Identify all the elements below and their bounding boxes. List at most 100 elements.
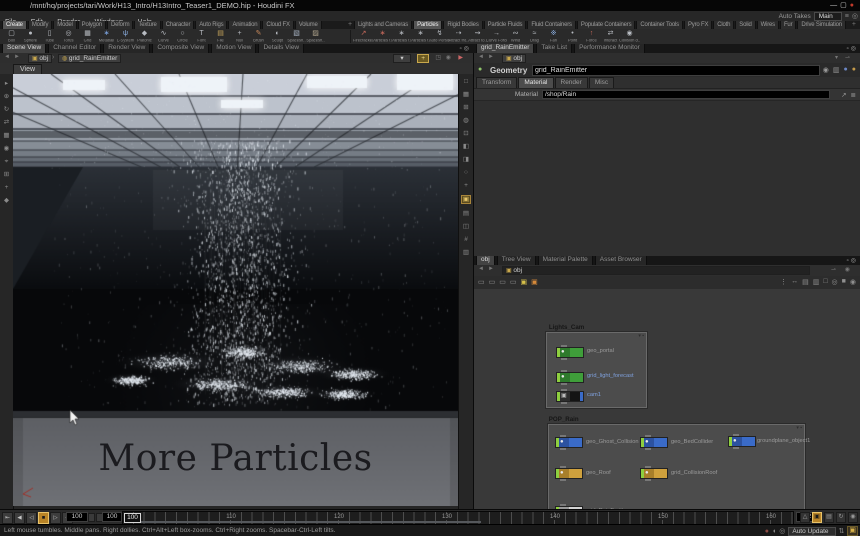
viewport-tool-icon[interactable]: ▸ <box>5 80 8 87</box>
frame-toggle[interactable] <box>88 513 95 522</box>
shelf-tool[interactable]: ※ Fan <box>544 29 563 44</box>
playbar-option-icon[interactable]: ▣ <box>812 512 822 523</box>
param-subtab[interactable]: Transform <box>476 77 517 88</box>
shelf-tool[interactable]: T Font <box>192 29 211 44</box>
path-obj-chip[interactable]: ▣ obj <box>28 54 52 63</box>
memory-trash-icon[interactable]: ▣ <box>847 526 858 536</box>
network-toolbar-icon[interactable]: ▭ <box>478 278 485 286</box>
shelf-tab[interactable]: Animation <box>228 21 261 29</box>
viewport-tool-icon[interactable]: ▤ <box>463 210 469 217</box>
auto-update-select[interactable]: Auto Update <box>788 527 835 536</box>
viewport-tool-icon[interactable]: ○ <box>464 169 468 176</box>
viewport-tool-icon[interactable]: + <box>5 184 9 191</box>
pane-tab[interactable]: Performance Monitor <box>574 44 645 53</box>
shelf-tool[interactable]: ▨ Spacesh.. <box>306 29 325 44</box>
viewport-tool-icon[interactable]: □ <box>464 78 468 85</box>
pane-tab[interactable]: Material Palette <box>538 256 593 265</box>
viewport-tool-icon[interactable]: ⇄ <box>4 119 9 126</box>
shelf-tab[interactable]: Particles <box>413 21 442 29</box>
shelf-tool[interactable]: ∗ Particles f.. <box>411 29 430 44</box>
shelf-tab[interactable]: Deform <box>107 21 133 29</box>
transport-button[interactable]: ◁ <box>26 512 37 524</box>
param-subtab[interactable]: Misc <box>589 77 614 88</box>
pane-tab[interactable]: Details View <box>258 44 304 53</box>
shelf-tab[interactable]: Particle Fluids <box>484 21 527 29</box>
shelf-tool[interactable]: ▯ Tube <box>40 29 59 44</box>
shelf-tab[interactable]: Volume <box>295 21 322 29</box>
param-header-icon[interactable]: ● <box>852 66 856 74</box>
current-frame-field[interactable]: 100 <box>66 512 88 522</box>
network-path-field[interactable]: ▣ obj <box>502 266 810 275</box>
param-header-icon[interactable]: ▥ <box>833 66 840 74</box>
transport-button[interactable]: ⇤ <box>2 512 13 524</box>
nav-forward-icon[interactable]: ► <box>488 266 494 272</box>
playbar-option-icon[interactable]: △ <box>800 512 810 523</box>
path-node-chip[interactable]: ◍ grid_RainEmitter <box>58 54 121 63</box>
network-box-pop-rain[interactable] <box>548 424 805 509</box>
viewport-tool-icon[interactable]: ◉ <box>4 145 10 152</box>
param-subtab[interactable]: Material <box>518 77 553 88</box>
viewport-tool-icon[interactable]: ◧ <box>463 143 469 150</box>
network-toolbar-icon[interactable]: ▭ <box>489 278 496 286</box>
pin-icon[interactable]: ⇀ <box>831 266 836 273</box>
pin-icon[interactable]: ⇀ <box>845 54 850 61</box>
nav-back-icon[interactable]: ◄ <box>4 54 10 60</box>
shelf-tool[interactable]: ◎ Torus <box>59 29 78 44</box>
viewport-tool-icon[interactable]: ◆ <box>4 197 9 204</box>
viewport-tool-icon[interactable]: ⊕ <box>4 93 9 100</box>
pane-tab[interactable]: Render View <box>103 44 150 53</box>
network-toolbar-icon[interactable]: ▣ <box>521 278 528 286</box>
viewport-tool-icon[interactable]: ◫ <box>463 223 469 230</box>
shelf-tab[interactable]: Fur <box>780 21 796 29</box>
flipbook-icon[interactable]: ▶ <box>458 54 463 61</box>
viewport-tool-icon[interactable]: ⊞ <box>4 171 9 178</box>
highlighted-toggle[interactable]: + <box>417 54 429 63</box>
netbox-title[interactable]: Lights_Cam <box>549 324 584 331</box>
shelf-tool[interactable]: ▤ File <box>211 29 230 44</box>
viewport-3d[interactable]: More Particles <box>13 74 458 506</box>
shelf-tab[interactable]: Container Tools <box>636 21 683 29</box>
network-toolbar-icon[interactable]: ▣ <box>531 278 538 286</box>
shelf-tab[interactable]: Fluid Containers <box>527 21 576 29</box>
shelf-tab[interactable]: Auto Rigs <box>195 21 227 29</box>
pane-corner-controls[interactable]: ▫◎ <box>847 45 858 52</box>
shelf-tool[interactable]: ● Sphere <box>21 29 40 44</box>
shelf-tool[interactable]: ↯ Auto Persis.. <box>430 29 449 44</box>
nav-forward-icon[interactable]: ► <box>488 54 494 60</box>
nav-forward-icon[interactable]: ► <box>14 54 20 60</box>
shelf-tab[interactable]: Modify <box>28 21 52 29</box>
shelf-tab[interactable]: Texture <box>134 21 160 29</box>
shelf-tab[interactable]: Create <box>2 21 27 29</box>
shelf-tab[interactable]: Lights and Cameras <box>354 21 412 29</box>
shelf-tool[interactable]: ▧ Spacesh.. <box>287 29 306 44</box>
shelf-tab[interactable]: Populate Containers <box>577 21 636 29</box>
shelf-tool[interactable]: ◆ Platonic <box>135 29 154 44</box>
shelf-tool[interactable]: ◐ Sculpt <box>268 29 287 44</box>
timeline-ruler[interactable]: 100 110120130140150160 <box>122 511 794 525</box>
node-groundplane[interactable] <box>728 436 756 447</box>
material-path-field[interactable] <box>542 90 830 99</box>
pane-tab[interactable]: Composite View <box>152 44 209 53</box>
viewport-tool-icon[interactable]: # <box>464 236 468 243</box>
shelf-tool[interactable]: ∿ Curve <box>154 29 173 44</box>
network-canvas[interactable]: Lights_Cam geo_portal grid_light_forecas… <box>474 289 860 509</box>
node-geo-bedcollider[interactable] <box>640 437 668 448</box>
zoom-icon[interactable]: ◉ <box>845 266 850 273</box>
pane-tab[interactable]: Motion View <box>211 44 256 53</box>
shelf-tool[interactable]: ∗ Metaball <box>97 29 116 44</box>
network-toolbar-icon[interactable]: ■ <box>842 278 846 286</box>
node-name-field[interactable] <box>532 65 820 76</box>
shelf-tab[interactable]: Rigid Bodies <box>443 21 482 29</box>
playbar-option-icon[interactable]: ▤ <box>824 512 834 523</box>
pane-tab[interactable]: Tree View <box>497 256 536 265</box>
viewport-tool-icon[interactable]: ⊡ <box>463 130 468 137</box>
shelf-tool[interactable]: ⇝ Attract to.. <box>468 29 487 44</box>
viewport-tool-icon[interactable]: ▣ <box>461 195 471 204</box>
shelf-tab[interactable]: Cloth <box>713 21 734 29</box>
view-dropdown[interactable]: ▾ <box>393 54 411 63</box>
network-toolbar-icon[interactable]: □ <box>823 278 827 286</box>
takes-record-icon[interactable]: ◎ <box>852 12 858 20</box>
viewport-tool-icon[interactable]: ↻ <box>4 106 9 113</box>
current-frame-marker[interactable]: 100 <box>124 513 141 523</box>
viewport-tool-icon[interactable]: ⌖ <box>5 158 9 165</box>
